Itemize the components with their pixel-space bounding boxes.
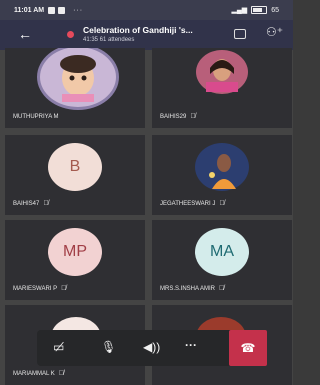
participant-name-row: BAIHIS29 🎙̸: [160, 113, 196, 120]
avatar: B: [48, 143, 102, 191]
participant-tile[interactable]: MUTHUPRIYA M: [5, 48, 145, 128]
signal-icon: ▂▄▆: [231, 7, 248, 14]
participant-tile[interactable]: JEGATHEESWARI J 🎙̸: [152, 135, 292, 215]
call-controls-bar: ▭̸ 🎙 ◀)) ··· ☎: [37, 330, 267, 366]
battery-icon: [251, 6, 268, 14]
end-call-button[interactable]: ☎: [229, 330, 267, 366]
participant-name: JEGATHEESWARI J: [160, 200, 216, 207]
avatar: [37, 48, 119, 110]
notification-icon: [58, 6, 66, 14]
participant-tile[interactable]: MP MARIESWARI P 🎙̸: [5, 220, 145, 300]
meeting-screen: 11:01 AM ··· ▂▄▆ 65 ← Celebration of Gan…: [0, 0, 293, 385]
back-arrow-icon[interactable]: ←: [18, 26, 32, 42]
participant-name: BAIHIS47: [13, 200, 40, 207]
more-icon[interactable]: ···: [185, 338, 197, 352]
muted-mic-icon: 🎙̸: [43, 200, 49, 207]
participant-name-row: MARIAMMAL K 🎙̸: [13, 370, 64, 377]
participant-name-row: MRS.S.INSHA AMIR 🎙̸: [160, 285, 224, 292]
participant-name-row: JEGATHEESWARI J 🎙̸: [160, 200, 225, 207]
avatar-initials: MP: [63, 243, 87, 260]
status-time: 11:01 AM: [14, 6, 45, 14]
notification-icon: [48, 6, 56, 14]
avatar: MA: [195, 228, 249, 276]
avatar: MP: [48, 228, 102, 276]
participant-name-row: MUTHUPRIYA M: [13, 114, 59, 120]
camera-off-icon[interactable]: ▭̸: [53, 340, 64, 354]
recording-indicator: [67, 31, 74, 38]
mic-icon[interactable]: 🎙: [101, 340, 116, 354]
avatar-initials: MA: [210, 243, 234, 260]
status-dots: ···: [73, 6, 84, 14]
muted-mic-icon: 🎙̸: [58, 370, 65, 377]
participant-tile[interactable]: BAIHIS29 🎙̸: [152, 48, 292, 128]
status-right: ▂▄▆ 65: [231, 6, 279, 14]
avatar-initials: B: [69, 158, 81, 175]
woman-photo-icon: [206, 59, 238, 92]
participant-name-row: MARIESWARI P 🎙̸: [13, 285, 66, 292]
meeting-header: ← Celebration of Gandhiji 's... 41:35 61…: [0, 20, 293, 50]
notification-icons: [48, 6, 66, 14]
participant-name: BAIHIS29: [160, 113, 187, 120]
participant-name: MUTHUPRIYA M: [13, 114, 59, 120]
participant-name: MRS.S.INSHA AMIR: [160, 285, 216, 292]
avatar: [196, 50, 248, 94]
speaker-icon[interactable]: ◀)): [143, 340, 160, 354]
end-call-icon: ☎: [240, 341, 256, 355]
child-photo-icon: [60, 55, 96, 102]
participants-icon[interactable]: ⚇⁺: [266, 25, 283, 39]
muted-mic-icon: 🎙̸: [219, 200, 225, 207]
chat-icon[interactable]: [234, 29, 246, 39]
avatar: [195, 143, 249, 191]
muted-mic-icon: 🎙̸: [61, 285, 67, 292]
person-photo-icon: [209, 154, 236, 189]
participant-name: MARIESWARI P: [13, 285, 58, 292]
participant-tile[interactable]: MA MRS.S.INSHA AMIR 🎙̸: [152, 220, 292, 300]
muted-mic-icon: 🎙̸: [190, 113, 196, 120]
participant-name-row: BAIHIS47 🎙̸: [13, 200, 49, 207]
muted-mic-icon: 🎙̸: [219, 285, 225, 292]
battery-level: 65: [271, 6, 279, 14]
meeting-title: Celebration of Gandhiji 's...: [83, 25, 193, 35]
meeting-subtitle: 41:35 61 attendees: [83, 37, 135, 43]
status-bar: 11:01 AM ··· ▂▄▆ 65: [0, 0, 293, 20]
participant-name: MARIAMMAL K: [13, 370, 55, 377]
participant-tile[interactable]: B BAIHIS47 🎙̸: [5, 135, 145, 215]
